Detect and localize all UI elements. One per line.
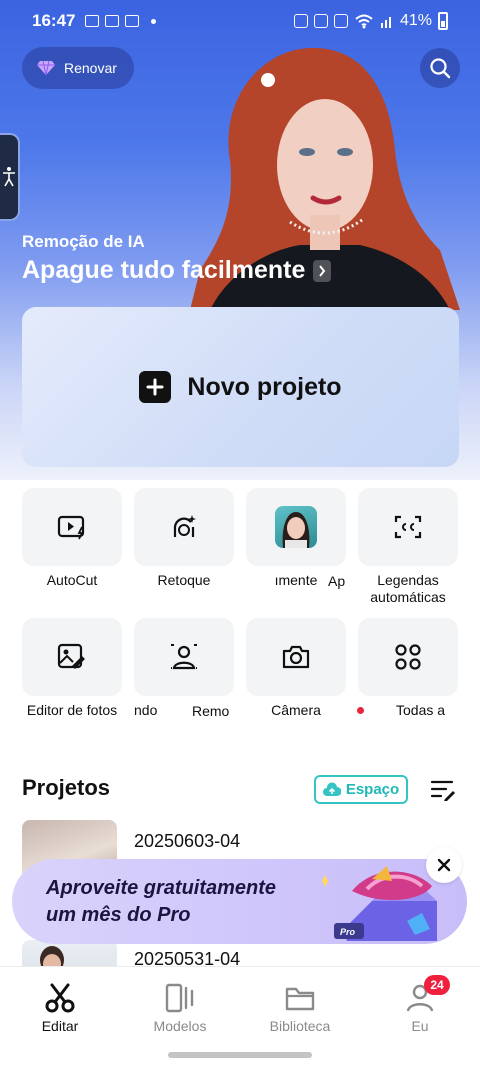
tool-camera[interactable]: Câmera <box>246 618 346 719</box>
captions-icon <box>394 515 422 539</box>
nav-edit[interactable]: Editar <box>10 981 110 1034</box>
nav-label: Eu <box>411 1018 429 1034</box>
projects-title: Projetos <box>22 775 111 800</box>
clock-icon <box>313 14 328 28</box>
nav-label: Editar <box>41 1018 79 1034</box>
wifi-icon <box>355 14 373 29</box>
home-icon <box>125 15 140 27</box>
cloud-upload-icon <box>322 781 341 796</box>
pro-promo-banner[interactable]: Aproveite gratuitamente um mês do Pro Pr… <box>12 859 467 944</box>
diamond-icon <box>37 60 55 76</box>
search-icon <box>430 58 451 79</box>
close-icon <box>437 858 451 872</box>
status-time: 16:47 <box>32 11 76 30</box>
plus-icon <box>139 371 172 403</box>
project-name: 20250531-04 <box>134 949 241 966</box>
accessibility-tab[interactable] <box>0 133 20 221</box>
nav-me[interactable]: 24 Eu <box>370 975 470 1034</box>
nav-library[interactable]: Biblioteca <box>250 981 350 1034</box>
accessibility-icon <box>3 167 15 187</box>
status-notification-icons <box>85 15 157 27</box>
notification-badge: 24 <box>424 975 450 995</box>
space-label: Espaço <box>345 781 400 798</box>
new-project-button[interactable]: Novo projeto <box>22 307 459 467</box>
tool-label: Retoque <box>157 572 211 588</box>
tool-auto-captions[interactable]: Legendas automáticas <box>358 488 458 606</box>
tool-label-overflow: Remo <box>192 703 230 719</box>
tool-all[interactable]: Todas a <box>358 618 458 719</box>
remove-background-icon <box>171 644 197 670</box>
tool-label: Câmera <box>271 702 321 718</box>
promo-line-1: Aproveite gratuitamente <box>46 877 277 899</box>
search-button[interactable] <box>420 48 460 88</box>
hero-subtitle: Remoção de IA <box>22 232 145 251</box>
tool-label: Legendas automáticas <box>370 572 446 605</box>
manage-list-icon[interactable] <box>430 778 456 802</box>
hero-title: Apague tudo facilmente <box>22 256 306 284</box>
screenshot-icon <box>105 15 120 27</box>
renew-label: Renovar <box>64 60 117 76</box>
nav-label: Biblioteca <box>269 1018 331 1034</box>
mute-icon <box>333 14 348 28</box>
scissors-icon <box>45 983 75 1013</box>
grid-icon <box>395 644 421 670</box>
tool-autocut[interactable]: AutoCut <box>22 488 122 589</box>
folder-icon <box>285 987 315 1011</box>
tool-photo-editor[interactable]: Editor de fotos <box>22 618 122 719</box>
new-project-label: Novo projeto <box>187 372 342 401</box>
photo-editor-icon <box>57 643 85 669</box>
retouch-icon <box>173 515 196 537</box>
space-button[interactable]: Espaço <box>314 775 408 804</box>
templates-icon <box>165 983 194 1013</box>
promo-line-2: um mês do Pro <box>46 904 191 926</box>
signal-icon <box>380 17 391 28</box>
status-bar: 16:47 41% <box>0 0 480 42</box>
nav-templates[interactable]: Modelos <box>130 981 230 1034</box>
ai-face-thumbnail <box>275 506 317 548</box>
promo-text: Aproveite gratuitamente um mês do Pro <box>46 875 276 929</box>
screenshot-icon <box>85 15 100 27</box>
status-system-icons: 41% <box>293 12 448 30</box>
bottom-navigation: Editar Modelos Biblioteca 24 Eu <box>0 966 480 1066</box>
renew-button[interactable]: Renovar <box>22 47 134 89</box>
tool-label-overflow: Ap <box>328 573 346 589</box>
hero-title-link[interactable]: Apague tudo facilmente <box>22 256 332 285</box>
tool-label: Editor de fotos <box>26 702 118 718</box>
tool-label: AutoCut <box>46 572 98 588</box>
battery-icon <box>438 12 448 30</box>
autocut-icon <box>57 515 85 540</box>
nav-label: Modelos <box>153 1018 207 1034</box>
chevron-right-icon <box>313 259 332 282</box>
tool-retouch[interactable]: Retoque <box>134 488 234 589</box>
tool-label: Todas a <box>396 702 446 718</box>
camera-icon <box>282 645 310 669</box>
alarm-icon <box>293 14 308 28</box>
project-name: 20250603-04 <box>134 831 241 851</box>
promo-pro-label: Pro <box>340 927 356 937</box>
battery-percent: 41% <box>399 12 432 29</box>
home-indicator[interactable] <box>168 1052 312 1058</box>
promo-close-button[interactable] <box>426 847 462 883</box>
notification-dot-icon <box>151 18 157 24</box>
